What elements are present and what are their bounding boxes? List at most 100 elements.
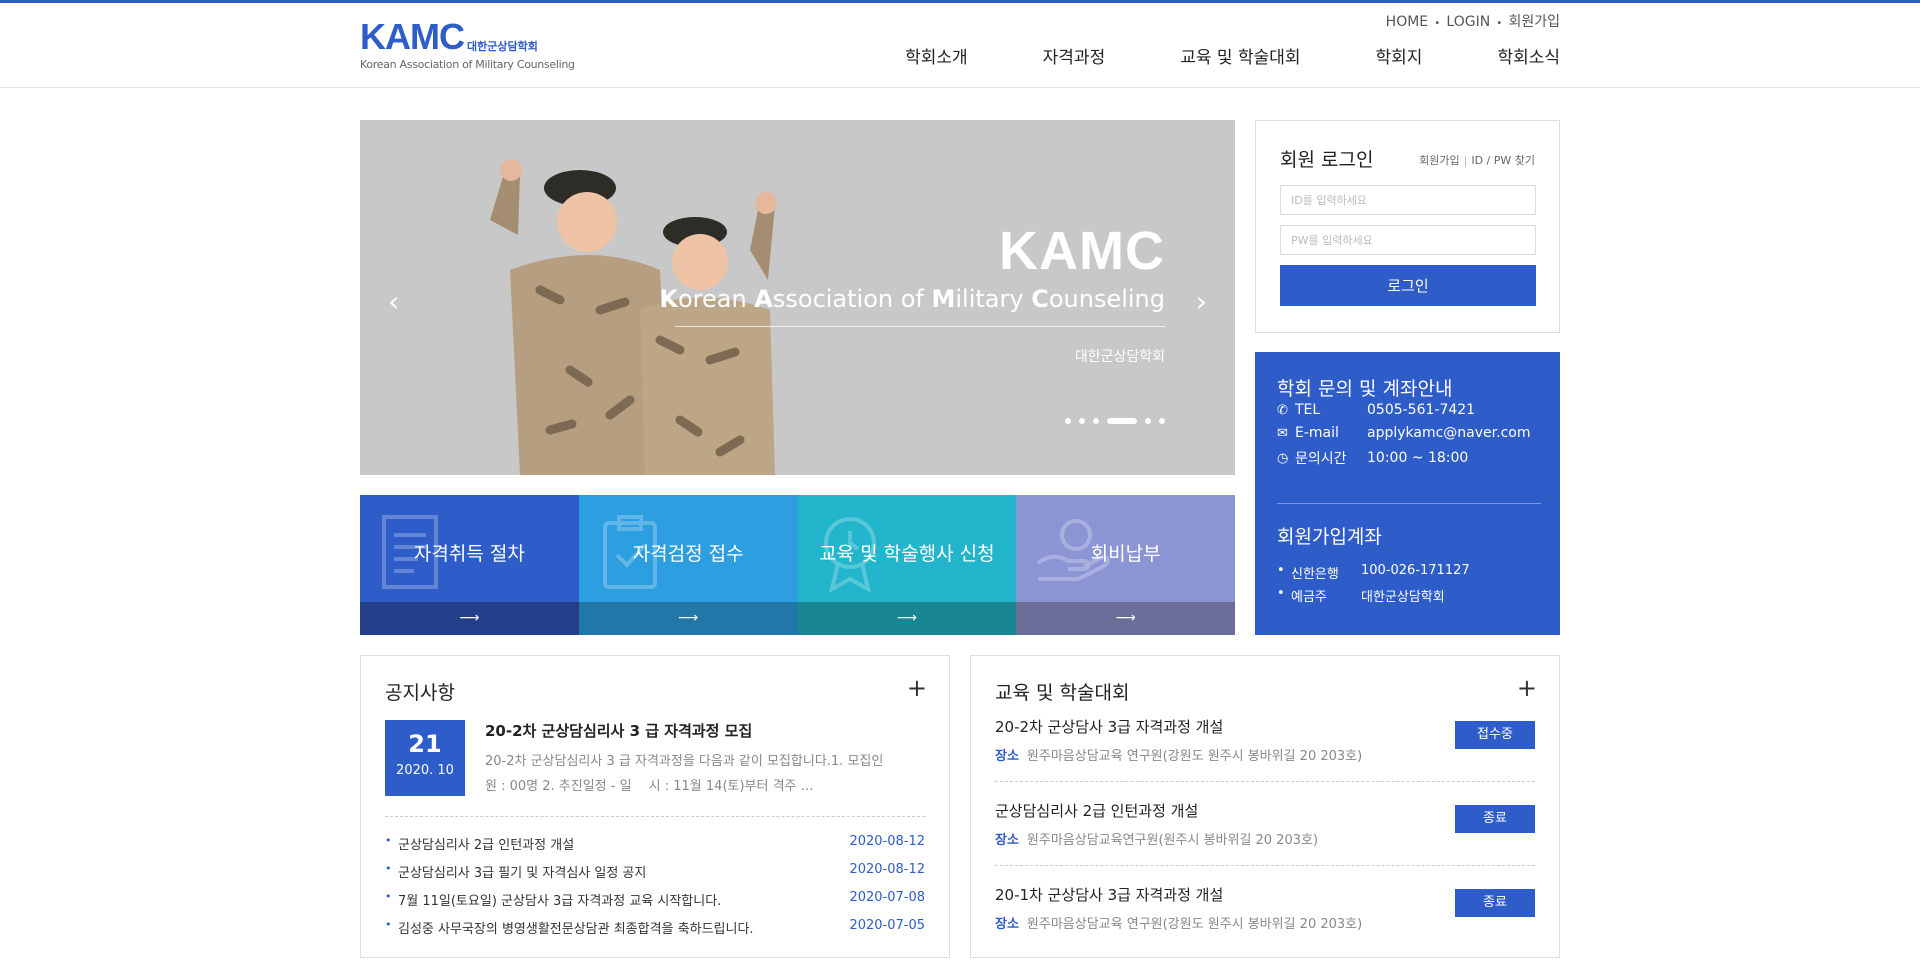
place-text: 원주마음상담교육 연구원(강원도 원주시 봉바위길 20 203호) (1026, 749, 1363, 764)
info-row-hours: ◷ 문의시간 10:00 ~ 18:00 (1277, 448, 1468, 468)
pager-dot[interactable] (1159, 418, 1165, 424)
edu-item[interactable]: 군상담심리사 2급 인턴과정 개설 장소 원주마음상담교육연구원(원주시 봉바위길… (995, 800, 1535, 884)
quick-menu: 자격취득 절차 ⟶ 자격검정 접수 ⟶ 교육 및 학술행사 신청 ⟶ 회비납부 … (360, 495, 1235, 635)
nav-item-journal[interactable]: 학회지 (1376, 43, 1423, 68)
login-button[interactable]: 로그인 (1280, 265, 1536, 306)
subtitle-initial: K (659, 285, 678, 313)
login-link[interactable]: LOGIN (1446, 14, 1490, 30)
status-badge[interactable]: 종료 (1455, 805, 1535, 833)
pager-dot[interactable] (1079, 418, 1085, 424)
home-link[interactable]: HOME (1386, 14, 1428, 30)
find-id-pw-link[interactable]: ID / PW 찾기 (1471, 154, 1535, 167)
subtitle-text: ssociation of (772, 285, 932, 313)
bullet: • (1277, 586, 1285, 601)
slide-korean-name: 대한군상담학회 (1074, 349, 1165, 365)
quick-label: 교육 및 학술행사 신청 (819, 543, 995, 565)
arrow-right-icon: ⟶ (1016, 602, 1235, 635)
info-key: E-mail (1295, 425, 1339, 441)
edu-divider (995, 865, 1535, 866)
place-label: 장소 (995, 833, 1019, 848)
account-title: 회원가입계좌 (1277, 526, 1382, 548)
featured-day: 21 (408, 730, 442, 758)
featured-date-box: 21 2020. 10 (385, 720, 465, 796)
login-links: 회원가입 | ID / PW 찾기 (1419, 152, 1535, 168)
more-plus-icon[interactable]: + (1517, 676, 1537, 700)
edu-place: 장소 원주마음상담교육 연구원(강원도 원주시 봉바위길 20 203호) (995, 745, 1362, 764)
notice-date: 2020-07-05 (849, 918, 925, 933)
notice-text: 군상담심리사 3급 필기 및 자격심사 일정 공지 (398, 866, 647, 881)
status-badge[interactable]: 종료 (1455, 889, 1535, 917)
panel-title: 교육 및 학술대회 (995, 682, 1130, 704)
arrow-right-icon: ⟶ (578, 602, 798, 635)
phone-icon: ✆ (1277, 402, 1288, 418)
quick-item-membership-fee[interactable]: 회비납부 ⟶ (1016, 495, 1235, 635)
info-divider (1277, 503, 1541, 504)
mail-icon: ✉ (1277, 425, 1288, 441)
quick-label: 자격검정 접수 (632, 543, 744, 565)
edu-title: 군상담심리사 2급 인턴과정 개설 (995, 802, 1199, 820)
place-text: 원주마음상담교육연구원(원주시 봉바위길 20 203호) (1026, 833, 1319, 848)
place-label: 장소 (995, 917, 1019, 932)
list-item[interactable]: 군상담심리사 3급 필기 및 자격심사 일정 공지 2020-08-12 (385, 862, 925, 890)
slider-prev-icon[interactable]: ‹ (388, 288, 399, 316)
place-text: 원주마음상담교육 연구원(강원도 원주시 봉바위길 20 203호) (1026, 917, 1363, 932)
notice-date: 2020-07-08 (849, 890, 925, 905)
subtitle-initial: A (754, 285, 773, 313)
nav-item-about[interactable]: 학회소개 (905, 43, 968, 68)
education-panel: 교육 및 학술대회 + 20-2차 군상담사 3급 자격과정 개설 장소 원주마음… (970, 655, 1560, 958)
info-title: 학회 문의 및 계좌안내 (1277, 378, 1453, 400)
notice-text: 김성중 사무국장의 병영생활전문상담관 최종합격을 축하드립니다. (398, 922, 754, 937)
info-key: TEL (1295, 402, 1321, 418)
join-link[interactable]: 회원가입 (1419, 154, 1459, 167)
list-item[interactable]: 군상담심리사 2급 인턴과정 개설 2020-08-12 (385, 834, 925, 862)
main-nav: 학회소개 자격과정 교육 및 학술대회 학회지 학회소식 (830, 43, 1560, 68)
subtitle-initial: C (1031, 285, 1049, 313)
more-plus-icon[interactable]: + (907, 676, 927, 700)
list-item[interactable]: 김성중 사무국장의 병영생활전문상담관 최종합격을 축하드립니다. 2020-07… (385, 918, 925, 946)
account-value: 대한군상담학회 (1361, 590, 1445, 605)
quick-item-certification-procedure[interactable]: 자격취득 절차 ⟶ (360, 495, 579, 635)
nav-item-news[interactable]: 학회소식 (1497, 43, 1560, 68)
slide-title: KAMC (999, 221, 1165, 281)
info-value: 10:00 ~ 18:00 (1367, 450, 1469, 466)
pager-dot[interactable] (1107, 418, 1137, 424)
pager-dot[interactable] (1093, 418, 1099, 424)
utility-links: HOME • LOGIN • 회원가입 (1386, 11, 1560, 31)
info-value: applykamc@naver.com (1367, 425, 1531, 441)
list-item[interactable]: 7월 11일(토요일) 군상담사 3급 자격과정 교육 시작합니다. 2020-0… (385, 890, 925, 918)
info-key: 문의시간 (1295, 451, 1347, 467)
site-header: KAMC 대한군상담학회 Korean Association of Milit… (0, 3, 1920, 88)
slider-next-icon[interactable]: › (1196, 288, 1207, 316)
subtitle-initial: M (931, 285, 956, 313)
nav-item-education[interactable]: 교육 및 학술대회 (1180, 43, 1300, 68)
edu-item[interactable]: 20-1차 군상담사 3급 자격과정 개설 장소 원주마음상담교육 연구원(강원도… (995, 884, 1535, 968)
featured-notice-title[interactable]: 20-2차 군상담심리사 3 급 자격과정 모집 (485, 720, 752, 741)
edu-item[interactable]: 20-2차 군상담사 3급 자격과정 개설 장소 원주마음상담교육 연구원(강원도… (995, 716, 1535, 800)
quick-label: 회비납부 (1090, 543, 1161, 565)
edu-place: 장소 원주마음상담교육 연구원(강원도 원주시 봉바위길 20 203호) (995, 913, 1362, 932)
quick-item-exam-application[interactable]: 자격검정 접수 ⟶ (578, 495, 798, 635)
account-row-holder: • 예금주 대한군상담학회 (1277, 586, 1445, 605)
pager-dot[interactable] (1065, 418, 1071, 424)
join-link[interactable]: 회원가입 (1508, 14, 1560, 30)
subtitle-text: ounseling (1048, 285, 1165, 313)
edu-title: 20-1차 군상담사 3급 자격과정 개설 (995, 886, 1224, 904)
status-badge[interactable]: 접수중 (1455, 721, 1535, 749)
logo-english-name: Korean Association of Military Counselin… (360, 58, 575, 71)
id-input[interactable] (1280, 185, 1536, 215)
password-input[interactable] (1280, 225, 1536, 255)
logo-korean-name: 대한군상담학회 (467, 40, 538, 53)
site-logo[interactable]: KAMC 대한군상담학회 Korean Association of Milit… (360, 19, 575, 72)
pager-dot[interactable] (1145, 418, 1151, 424)
arrow-right-icon: ⟶ (360, 602, 579, 635)
notice-date: 2020-08-12 (849, 862, 925, 877)
edu-title: 20-2차 군상담사 3급 자격과정 개설 (995, 718, 1224, 736)
featured-notice-desc: 20-2차 군상담심리사 3 급 자격과정을 다음과 같이 모집합니다.1. 모… (485, 754, 884, 794)
slide-subtitle: Korean Association of Military Counselin… (659, 285, 1165, 313)
account-key: 예금주 (1291, 590, 1327, 605)
notice-divider (385, 816, 925, 817)
nav-item-certification[interactable]: 자격과정 (1043, 43, 1106, 68)
featured-year-month: 2020. 10 (396, 763, 454, 778)
quick-item-education-event[interactable]: 교육 및 학술행사 신청 ⟶ (797, 495, 1017, 635)
main-visual-slider: KAMC Korean Association of Military Coun… (360, 120, 1235, 475)
